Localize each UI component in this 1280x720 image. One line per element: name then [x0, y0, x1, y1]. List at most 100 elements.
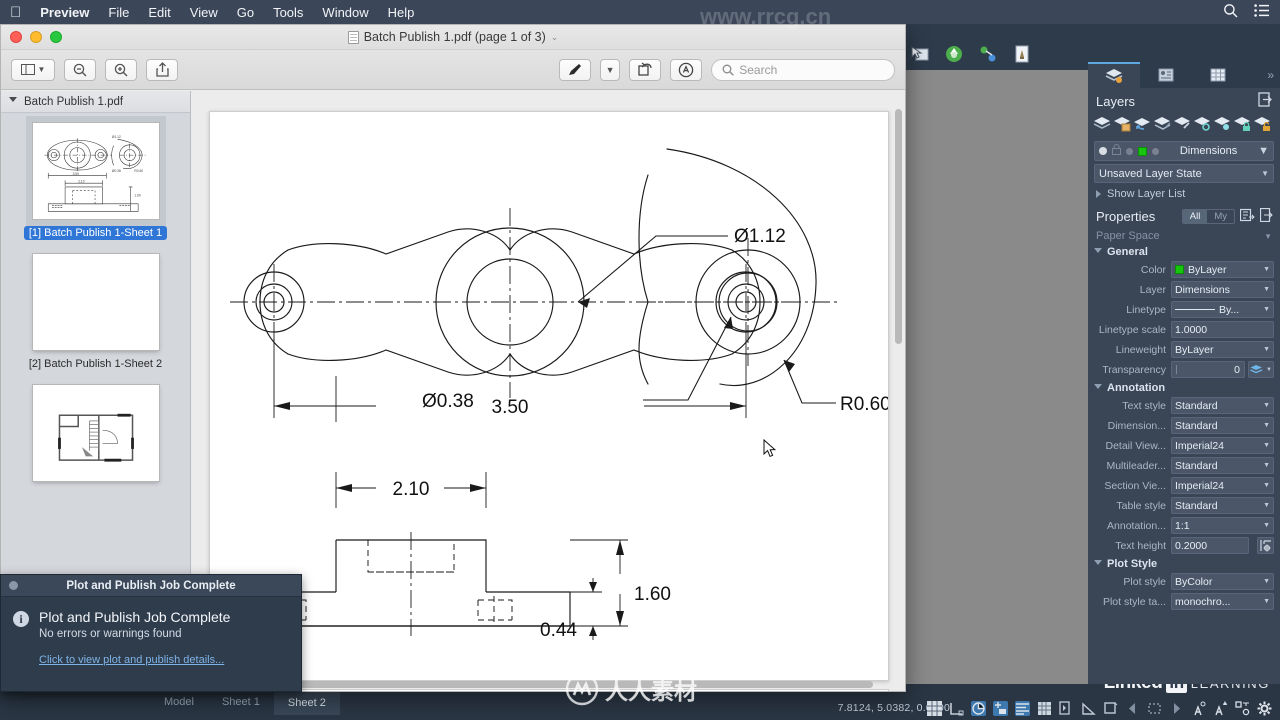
move-node-icon[interactable] [978, 44, 998, 64]
workspace-person-star-icon[interactable] [1213, 700, 1228, 716]
control-center-icon[interactable] [1254, 4, 1270, 20]
chevron-down-icon[interactable]: ▼ [1263, 502, 1270, 509]
recycle-green-icon[interactable] [944, 44, 964, 64]
layer-state-control[interactable]: Unsaved Layer State ▼ [1094, 164, 1274, 183]
layer-plot-icon[interactable] [1126, 147, 1133, 155]
text-height-input[interactable]: 0.2000 [1171, 537, 1249, 554]
acad-tab-model[interactable]: Model [150, 690, 208, 714]
show-layer-list-toggle[interactable]: Show Layer List [1088, 185, 1280, 203]
chevron-down-icon[interactable]: ▼ [1263, 598, 1270, 605]
section-plot-style[interactable]: Plot Style [1088, 556, 1280, 571]
chevron-down-icon[interactable]: ⌄ [551, 32, 559, 43]
layer-lock-icon[interactable] [1233, 115, 1252, 133]
grid-display-icon[interactable] [927, 701, 942, 716]
layer-isolate-icon[interactable] [1193, 115, 1212, 133]
sheet-properties-icon[interactable] [1012, 44, 1032, 64]
thumbnail-label-3[interactable] [91, 488, 101, 490]
lineweight-select[interactable]: ByLayer ▼ [1171, 341, 1274, 358]
thumbnail-image-2[interactable] [32, 254, 159, 351]
next-viewport-icon[interactable] [1169, 701, 1184, 716]
chevron-down-icon[interactable]: ▼ [1263, 266, 1270, 273]
layer-off-icon[interactable] [1213, 115, 1232, 133]
linetype-scale-input[interactable]: 1.0000 [1171, 321, 1274, 338]
layer-properties-icon[interactable] [1093, 115, 1112, 133]
ucs-icon[interactable] [1103, 701, 1118, 716]
panel-tab-table[interactable] [1192, 62, 1244, 88]
rotate-button[interactable] [629, 58, 662, 81]
chevron-down-icon[interactable]: ▼ [1258, 145, 1269, 157]
select-similar-icon[interactable] [910, 44, 930, 64]
layer-transparency-icon[interactable] [1152, 147, 1159, 155]
layer-make-current-icon[interactable] [1153, 115, 1172, 133]
layer-freeze-icon[interactable] [1112, 144, 1121, 158]
chevron-down-icon[interactable]: ▼ [1263, 578, 1270, 585]
panel-tab-properties[interactable] [1140, 62, 1192, 88]
vertical-scrollbar[interactable] [895, 109, 902, 344]
minimize-button[interactable] [30, 31, 42, 43]
pick-text-height-icon[interactable] [1257, 537, 1274, 554]
quick-properties-icon[interactable] [1239, 208, 1255, 225]
section-general[interactable]: General [1088, 244, 1280, 259]
chevron-down-icon[interactable]: ▼ [1263, 422, 1270, 429]
annotation-visibility-icon[interactable] [1015, 701, 1030, 716]
preview-title-bar[interactable]: Batch Publish 1.pdf (page 1 of 3) ⌄ [1, 25, 905, 50]
acad-tab-sheet2[interactable]: Sheet 2 [273, 689, 340, 715]
disclosure-triangle-icon[interactable] [9, 97, 17, 106]
apple-logo-icon[interactable]:  [10, 5, 21, 20]
customization-icon[interactable] [1235, 701, 1250, 716]
annotation-scale-select[interactable]: 1:1 ▼ [1171, 517, 1274, 534]
object-snap-icon[interactable] [993, 701, 1008, 716]
dimension-style-select[interactable]: Standard ▼ [1171, 417, 1274, 434]
isometric-grid-icon[interactable] [1037, 701, 1052, 716]
panel-more-tabs[interactable]: » [1261, 62, 1280, 88]
search-input[interactable]: Search [711, 58, 895, 81]
menu-preview[interactable]: Preview [40, 5, 89, 20]
layer-on-icon[interactable] [1099, 147, 1107, 155]
plot-publish-notification[interactable]: Plot and Publish Job Complete i Plot and… [0, 574, 302, 692]
multileader-style-select[interactable]: Standard ▼ [1171, 457, 1274, 474]
thumbnail-item-3[interactable] [1, 385, 190, 490]
markup-options-button[interactable]: ▼ [600, 58, 621, 81]
chevron-down-icon[interactable]: ▼ [1263, 462, 1270, 469]
plot-style-select[interactable]: ByColor ▼ [1171, 573, 1274, 590]
table-style-select[interactable]: Standard ▼ [1171, 497, 1274, 514]
annotate-button[interactable] [670, 58, 703, 81]
section-annotation[interactable]: Annotation [1088, 380, 1280, 395]
layer-previous-icon[interactable] [1133, 115, 1152, 133]
chevron-down-icon[interactable]: ▼ [1263, 482, 1270, 489]
menu-go[interactable]: Go [237, 5, 254, 20]
chevron-down-icon[interactable]: ▼ [1263, 346, 1270, 353]
chevron-down-icon[interactable]: ▼ [1263, 522, 1270, 529]
text-style-select[interactable]: Standard ▼ [1171, 397, 1274, 414]
chevron-down-icon[interactable]: ▼ [1263, 286, 1270, 293]
panel-tab-layers[interactable] [1088, 62, 1140, 88]
properties-detach-icon[interactable] [1259, 207, 1274, 225]
viewport-scale-icon[interactable] [1147, 701, 1162, 716]
acad-tab-sheet1[interactable]: Sheet 1 [208, 690, 274, 714]
section-view-style-select[interactable]: Imperial24 ▼ [1171, 477, 1274, 494]
layers-detach-icon[interactable] [1258, 92, 1273, 110]
chevron-down-icon[interactable]: ▼ [1263, 306, 1270, 313]
settings-gear-icon[interactable] [1257, 701, 1272, 716]
share-button[interactable] [146, 58, 178, 81]
properties-filter-toggle[interactable]: All My [1181, 209, 1235, 224]
menu-file[interactable]: File [108, 5, 129, 20]
chevron-down-icon[interactable]: ▼ [1263, 442, 1270, 449]
zoom-button[interactable] [50, 31, 62, 43]
snap-mode-icon[interactable] [949, 701, 964, 716]
prev-viewport-icon[interactable] [1125, 701, 1140, 716]
current-layer-control[interactable]: Dimensions ▼ [1094, 141, 1274, 161]
menu-edit[interactable]: Edit [148, 5, 170, 20]
transparency-value[interactable]: 0 [1171, 361, 1245, 378]
menu-tools[interactable]: Tools [273, 5, 303, 20]
filter-my-option[interactable]: My [1207, 210, 1234, 223]
sidebar-header[interactable]: Batch Publish 1.pdf [1, 91, 190, 113]
close-button[interactable] [10, 31, 22, 43]
color-select[interactable]: ByLayer ▼ [1171, 261, 1274, 278]
angle-icon[interactable] [1081, 701, 1096, 716]
layer-new-icon[interactable] [1113, 115, 1132, 133]
thumbnail-image-1[interactable]: Ø1.12 3.50 Ø0.38 R0.60 2.10 1.60 [32, 123, 159, 220]
thumbnail-label-2[interactable]: [2] Batch Publish 1-Sheet 2 [24, 357, 167, 371]
menu-view[interactable]: View [190, 5, 218, 20]
notification-details-link[interactable]: Click to view plot and publish details..… [39, 654, 224, 666]
